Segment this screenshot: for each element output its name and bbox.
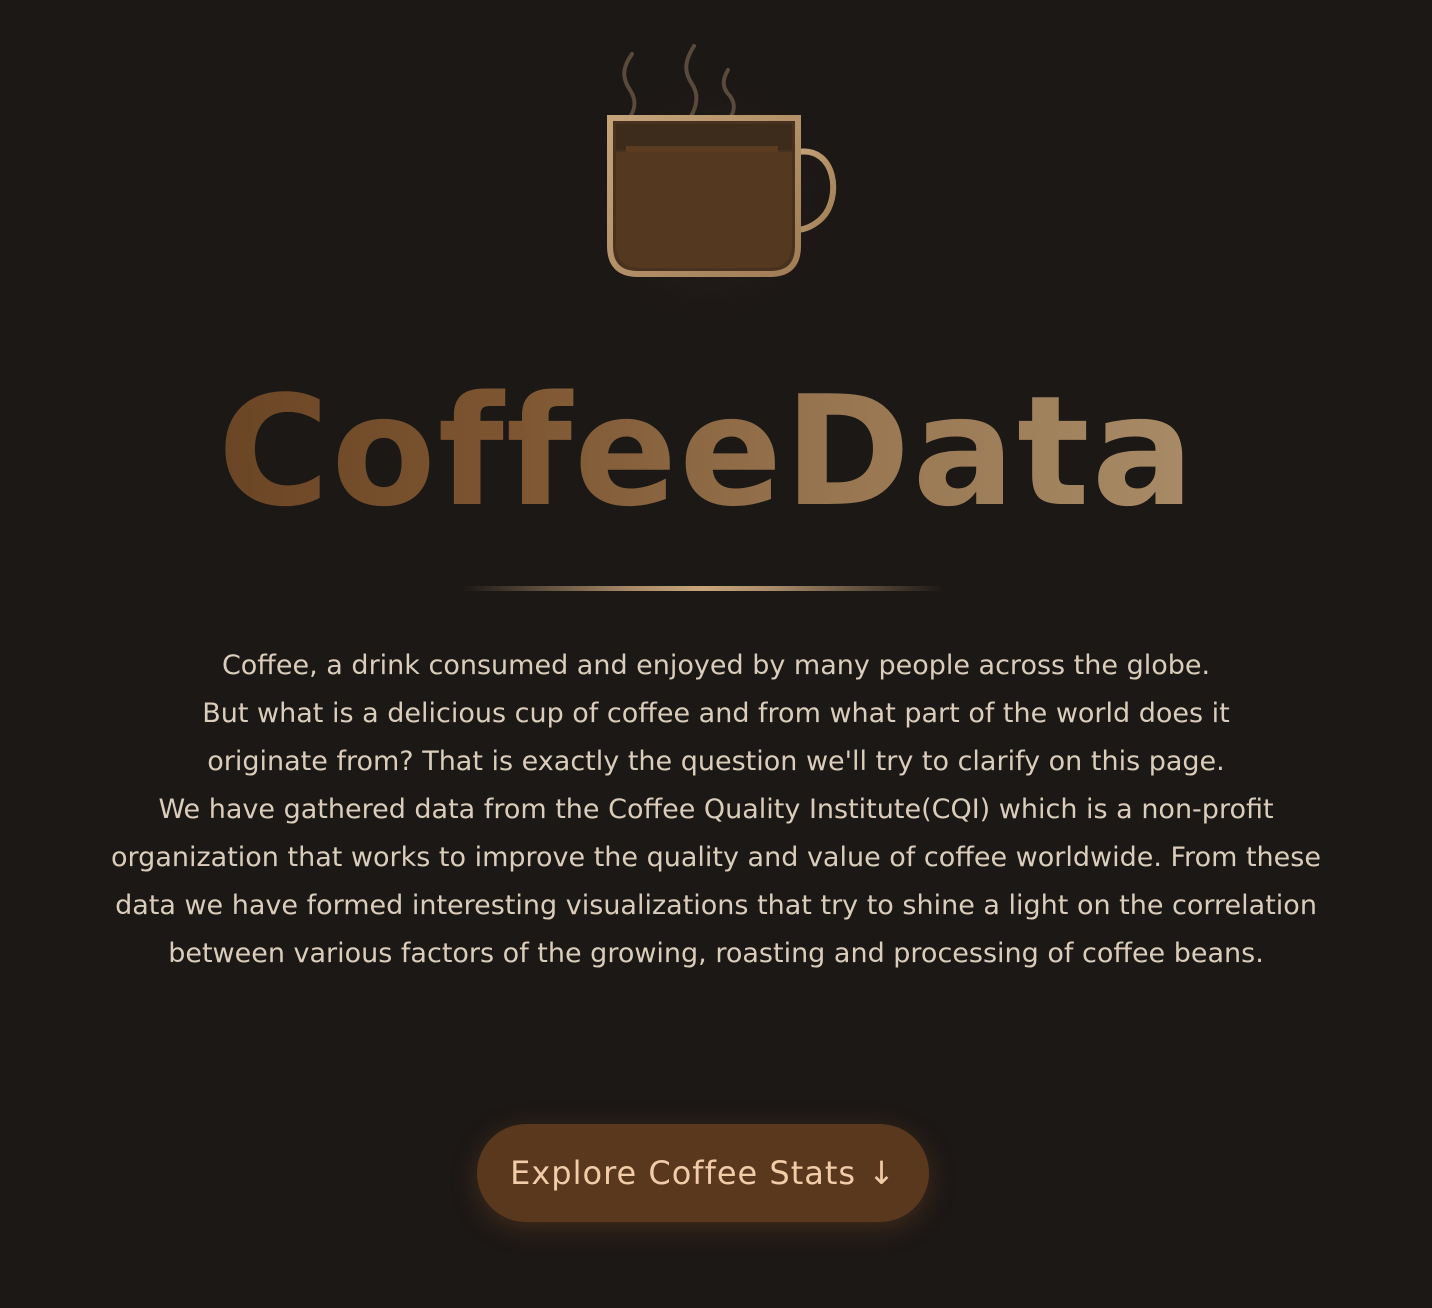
explore-button-label: Explore Coffee Stats: [510, 1154, 857, 1192]
intro-line: data we have formed interesting visualiz…: [115, 890, 1317, 921]
coffee-cup-icon: [607, 44, 837, 277]
intro-line: We have gathered data from the Coffee Qu…: [158, 794, 1274, 825]
intro-line: Coffee, a drink consumed and enjoyed by …: [221, 650, 1211, 681]
steam-icon: [721, 68, 736, 120]
explore-coffee-stats-button[interactable]: Explore Coffee Stats ↓: [477, 1124, 929, 1222]
steam-icon: [622, 52, 637, 122]
arrow-down-icon: ↓: [868, 1154, 896, 1192]
hero-section: CoffeeData Coffee, a drink consumed and …: [0, 0, 1432, 1308]
steam-icon: [684, 44, 699, 120]
intro-paragraph: Coffee, a drink consumed and enjoyed by …: [66, 642, 1366, 978]
intro-line: between various factors of the growing, …: [168, 938, 1264, 969]
page-title-wrap: CoffeeData: [212, 352, 1202, 552]
intro-line: organization that works to improve the q…: [111, 842, 1321, 873]
coffee-cup-logo: [560, 40, 850, 340]
intro-line: originate from? That is exactly the ques…: [207, 746, 1225, 777]
title-divider: [462, 586, 944, 591]
page-title: CoffeeData: [212, 352, 1202, 552]
intro-line: But what is a delicious cup of coffee an…: [202, 698, 1230, 729]
